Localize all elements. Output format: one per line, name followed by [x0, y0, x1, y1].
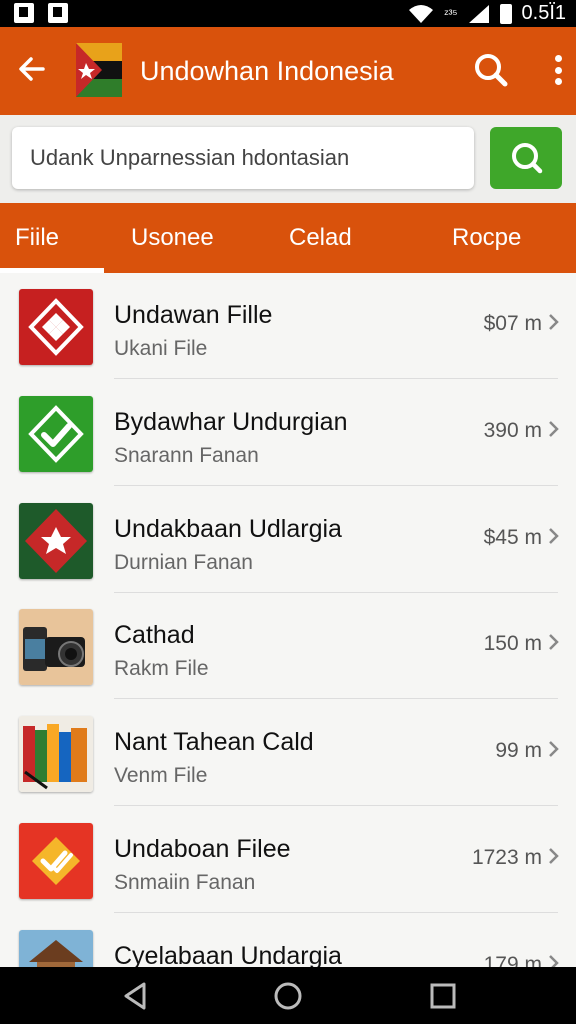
list-item[interactable]: Bydawhar Undurgian Snarann Fanan 390 m	[0, 380, 576, 486]
item-title: Cathad	[114, 621, 195, 649]
green-check-icon	[19, 396, 93, 472]
list-item[interactable]: Undakbaan Udlargia Durnian Fanan $45 m	[0, 487, 576, 593]
item-size: $07 m	[483, 312, 542, 335]
item-subtitle: Snmaiin Fanan	[114, 871, 256, 894]
books-icon	[19, 716, 93, 792]
divider	[114, 698, 558, 699]
item-subtitle: Venm File	[114, 764, 208, 787]
cell-signal-icon	[468, 4, 489, 23]
item-size: 150 m	[483, 632, 542, 655]
item-size: 1723 m	[471, 846, 542, 869]
chevron-right-icon	[549, 528, 559, 544]
notification-icon	[14, 3, 34, 23]
item-title: Bydawhar Undurgian	[114, 408, 348, 436]
nav-recents-button[interactable]	[423, 977, 463, 1015]
search-icon	[475, 54, 508, 87]
chevron-right-icon	[549, 955, 559, 967]
camera-icon	[19, 609, 93, 685]
system-nav-bar	[0, 967, 576, 1024]
item-title: Cyelabaan Undargia	[114, 942, 342, 967]
list-item[interactable]: Undaboan Filee Snmaiin Fanan 1723 m	[0, 807, 576, 913]
wifi-icon	[409, 4, 434, 23]
search-submit-button[interactable]	[490, 127, 562, 189]
chevron-right-icon	[549, 314, 559, 330]
orange-double-check-icon	[19, 823, 93, 899]
search-field[interactable]	[12, 127, 474, 189]
red-emblem-icon	[19, 503, 93, 579]
tab-usonee[interactable]: Usonee	[131, 203, 214, 273]
nav-back-button[interactable]	[116, 977, 156, 1015]
signal-text: ᶻ³⁵	[444, 6, 458, 21]
red-diamond-grid-icon	[19, 289, 93, 365]
tab-celad[interactable]: Celad	[289, 203, 352, 273]
chevron-right-icon	[549, 848, 559, 864]
list-item[interactable]: Cathad Rakm File 150 m	[0, 593, 576, 699]
item-subtitle: Ukani File	[114, 337, 208, 360]
item-size: 179 m	[483, 953, 542, 967]
app-logo-flag-icon	[76, 43, 122, 97]
tab-bar: Fiile Usonee Celad Rocpe	[0, 203, 576, 273]
item-size: 99 m	[495, 739, 542, 762]
battery-icon	[499, 3, 512, 24]
item-subtitle: Snarann Fanan	[114, 444, 259, 467]
item-size: $45 m	[483, 526, 542, 549]
chevron-right-icon	[549, 634, 559, 650]
divider	[114, 378, 558, 379]
list-item[interactable]: Undawan Fille Ukani File $07 m	[0, 273, 576, 379]
back-arrow-icon	[19, 57, 45, 81]
divider	[114, 805, 558, 806]
overflow-menu-button[interactable]	[546, 49, 570, 91]
list-item[interactable]: Cyelabaan Undargia 179 m	[0, 914, 576, 967]
tab-file[interactable]: Fiile	[15, 203, 59, 273]
status-bar: ᶻ³⁵ 0.5Ï1	[0, 0, 576, 27]
item-subtitle: Durnian Fanan	[114, 551, 253, 574]
back-triangle-icon	[124, 982, 146, 1010]
house-icon	[19, 930, 93, 967]
divider	[114, 485, 558, 486]
nav-home-button[interactable]	[268, 977, 308, 1015]
item-size: 390 m	[483, 419, 542, 442]
tab-rocpe[interactable]: Rocpe	[452, 203, 521, 273]
list-item[interactable]: Nant Tahean Cald Venm File 99 m	[0, 700, 576, 806]
more-vert-icon	[554, 55, 562, 62]
item-title: Undakbaan Udlargia	[114, 515, 342, 543]
divider	[114, 912, 558, 913]
file-list: Undawan Fille Ukani File $07 m Bydawhar …	[0, 273, 576, 967]
recents-square-icon	[430, 983, 456, 1009]
back-button[interactable]	[10, 47, 54, 91]
search-input[interactable]	[30, 127, 470, 189]
search-icon	[512, 143, 543, 174]
image-notification-icon	[48, 3, 68, 23]
chevron-right-icon	[549, 741, 559, 757]
chevron-right-icon	[549, 421, 559, 437]
home-circle-icon	[274, 982, 302, 1010]
app-title: Undowhan Indonesia	[140, 56, 394, 86]
item-subtitle: Rakm File	[114, 657, 209, 680]
search-row	[0, 115, 576, 203]
clock: 0.5Ï1	[521, 2, 566, 24]
search-button[interactable]	[470, 49, 512, 91]
item-title: Nant Tahean Cald	[114, 728, 314, 756]
item-title: Undawan Fille	[114, 301, 273, 329]
app-bar: Undowhan Indonesia	[0, 27, 576, 115]
item-title: Undaboan Filee	[114, 835, 291, 863]
